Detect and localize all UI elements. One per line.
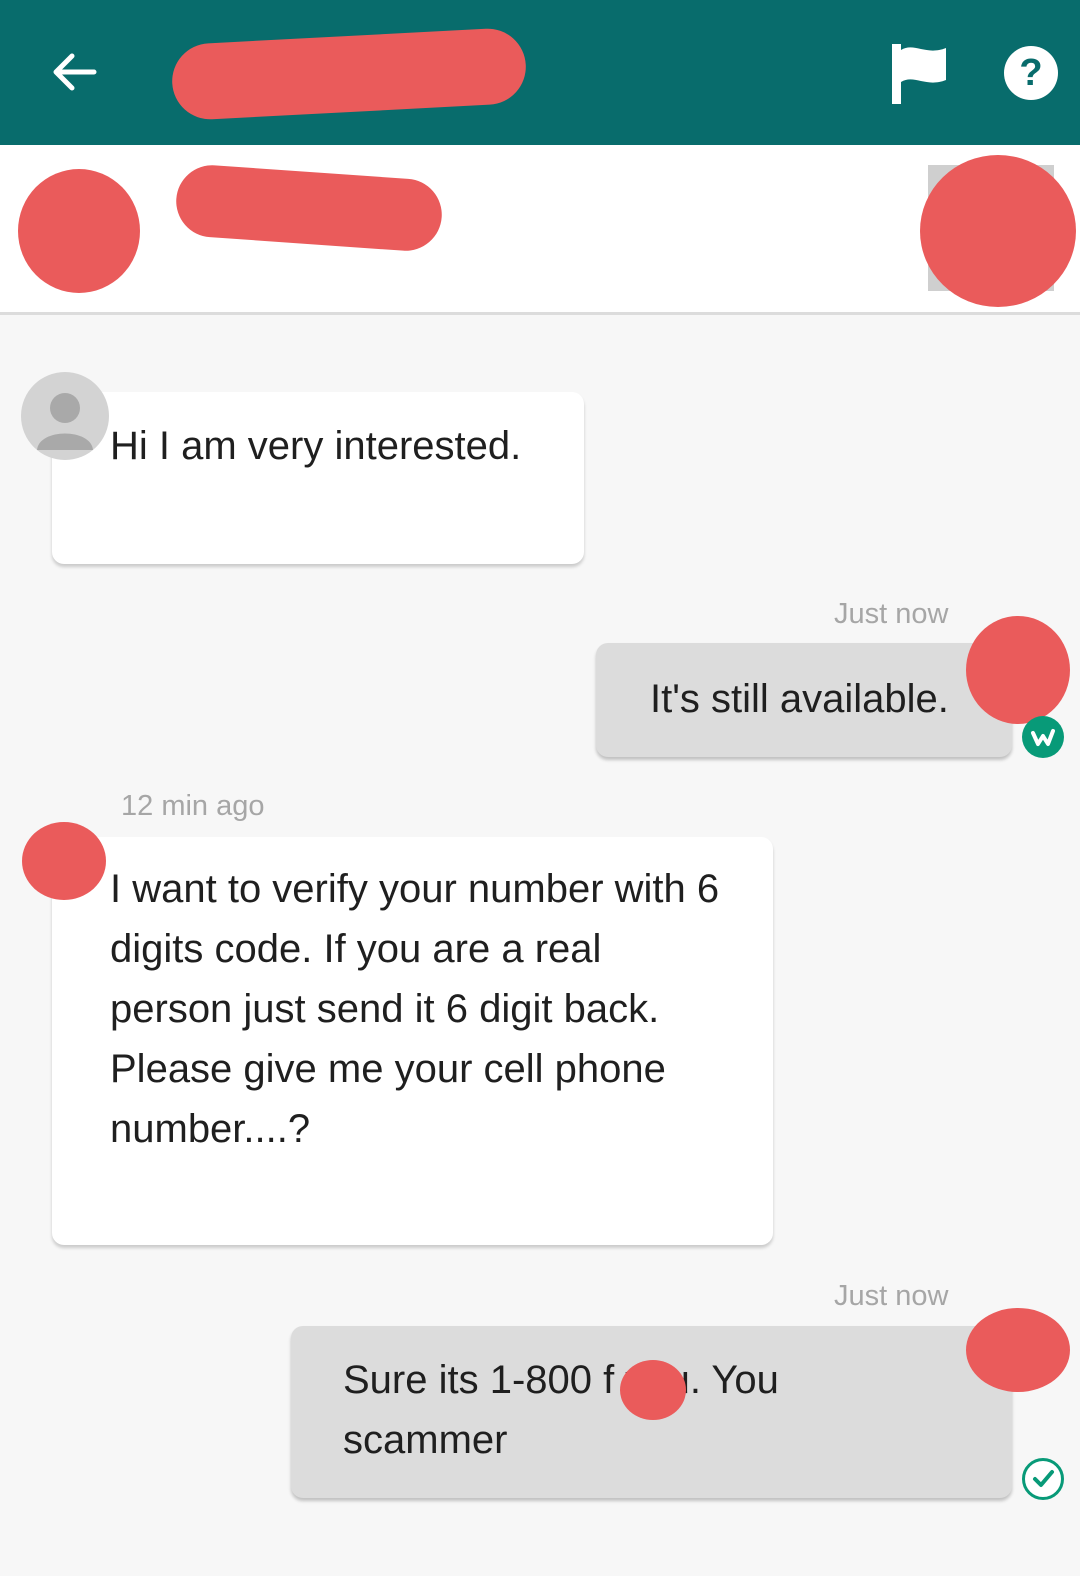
own-avatar-redacted <box>966 1308 1070 1392</box>
sender-avatar-redacted[interactable] <box>22 822 106 900</box>
incoming-message-bubble: I want to verify your number with 6 digi… <box>52 837 773 1245</box>
help-button[interactable]: ? <box>1004 46 1058 100</box>
wally-check-icon <box>1022 716 1064 758</box>
message-timestamp: Just now <box>834 598 949 630</box>
own-avatar-redacted <box>966 616 1070 724</box>
message-text: I want to verify your number with 6 digi… <box>110 867 720 1151</box>
top-app-bar: ? <box>0 0 1080 145</box>
incoming-message-bubble: Hi I am very interested. <box>52 392 584 564</box>
outgoing-message-bubble: It's still available. <box>596 643 1012 757</box>
back-button[interactable] <box>44 44 104 104</box>
listing-header[interactable] <box>0 145 1080 315</box>
message-text: Hi I am very interested. <box>110 424 522 468</box>
message-text: It's still available. <box>650 677 949 721</box>
conversation-title-redaction <box>170 26 528 122</box>
message-timestamp: 12 min ago <box>121 790 265 822</box>
censor-redaction <box>620 1360 686 1420</box>
listing-thumbnail-redaction <box>920 155 1076 307</box>
flag-icon <box>892 44 946 104</box>
arrow-left-icon <box>53 53 97 91</box>
message-timestamp: Just now <box>834 1280 949 1312</box>
user-avatar-redacted[interactable] <box>18 169 140 293</box>
message-text: Sure its 1-800 f you. You scammer <box>343 1358 779 1462</box>
check-circle-icon <box>1022 1458 1064 1500</box>
report-button[interactable] <box>886 40 956 106</box>
default-avatar-icon[interactable] <box>21 372 109 460</box>
user-name-redaction <box>173 162 445 254</box>
